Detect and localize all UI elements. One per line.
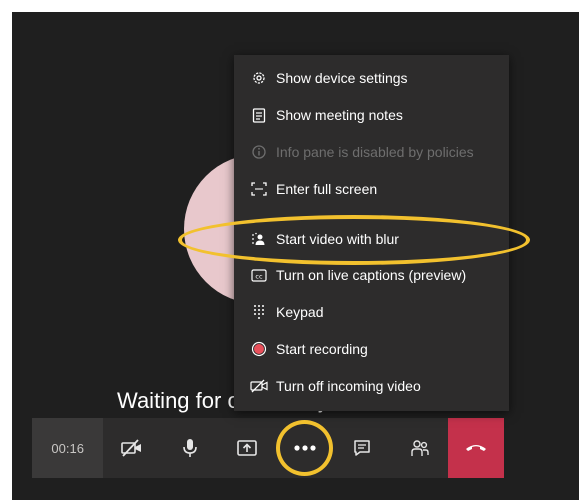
camera-off-icon [121, 439, 143, 457]
menu-item-show-device-settings[interactable]: Show device settings [234, 62, 509, 94]
menu-item-info-pane: Info pane is disabled by policies [234, 136, 509, 168]
video-off-icon [250, 377, 268, 395]
menu-item-show-meeting-notes[interactable]: Show meeting notes [234, 99, 509, 131]
menu-item-start-recording[interactable]: Start recording [234, 333, 509, 365]
camera-toggle-button[interactable] [103, 418, 161, 478]
menu-item-label: Turn on live captions (preview) [276, 267, 467, 283]
menu-item-turn-on-live-captions[interactable]: cc Turn on live captions (preview) [234, 259, 509, 291]
record-icon [250, 340, 268, 358]
svg-text:cc: cc [255, 272, 263, 280]
hang-up-icon [464, 439, 488, 457]
menu-item-start-video-with-blur[interactable]: Start video with blur [234, 223, 509, 255]
menu-item-label: Start recording [276, 341, 368, 357]
menu-item-label: Info pane is disabled by policies [276, 144, 474, 160]
share-screen-button[interactable] [218, 418, 276, 478]
menu-item-turn-off-incoming-video[interactable]: Turn off incoming video [234, 370, 509, 402]
meeting-window: Waiting for others to join... 00:16 [0, 0, 579, 500]
fullscreen-icon [250, 180, 268, 198]
menu-item-label: Start video with blur [276, 231, 399, 247]
keypad-icon [250, 303, 268, 321]
more-options-menu: Show device settings Show meeting notes [234, 55, 509, 411]
captions-icon: cc [250, 266, 268, 284]
blur-icon [250, 230, 268, 248]
notes-icon [250, 106, 268, 124]
gear-icon [250, 69, 268, 87]
more-options-icon [294, 445, 316, 451]
menu-item-label: Enter full screen [276, 181, 378, 197]
menu-item-enter-full-screen[interactable]: Enter full screen [234, 173, 509, 205]
menu-item-label: Show device settings [276, 70, 408, 86]
menu-item-label: Show meeting notes [276, 107, 403, 123]
more-options-button[interactable] [276, 418, 334, 478]
menu-item-label: Turn off incoming video [276, 378, 421, 394]
hang-up-button[interactable] [448, 418, 505, 478]
menu-item-label: Keypad [276, 304, 324, 320]
chat-icon [353, 439, 371, 457]
participants-icon [410, 438, 430, 458]
menu-item-keypad[interactable]: Keypad [234, 296, 509, 328]
chat-button[interactable] [333, 418, 391, 478]
share-screen-icon [237, 439, 257, 457]
microphone-button[interactable] [161, 418, 219, 478]
call-timer: 00:16 [32, 418, 104, 478]
call-control-bar: 00:16 [32, 418, 505, 478]
participants-button[interactable] [391, 418, 449, 478]
info-icon [250, 143, 268, 161]
microphone-icon [182, 438, 198, 458]
